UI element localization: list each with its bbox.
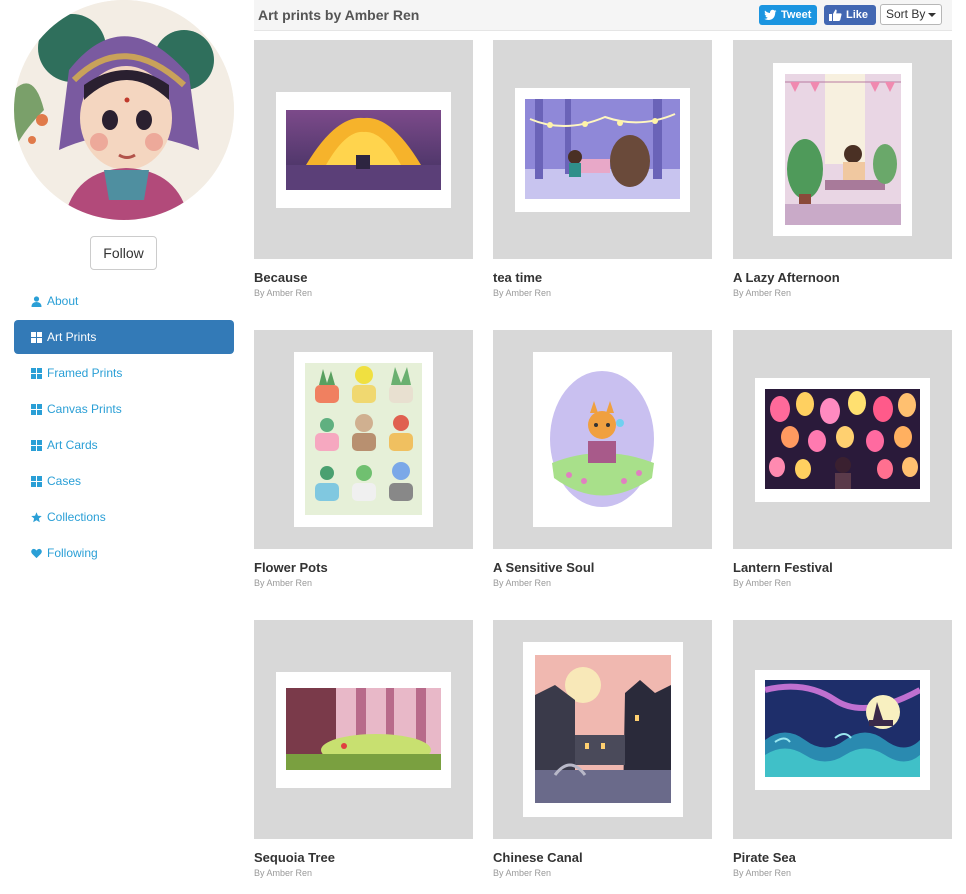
print-thumbnail[interactable]	[493, 40, 712, 259]
print-artist: By Amber Ren	[493, 578, 552, 588]
nav-label: Art Prints	[47, 330, 97, 344]
print-title[interactable]: Pirate Sea	[733, 850, 796, 865]
artwork-image	[765, 389, 920, 489]
nav-label: About	[47, 294, 79, 308]
grid-icon	[31, 440, 42, 451]
grid-icon	[31, 476, 42, 487]
print-thumbnail[interactable]	[493, 620, 712, 839]
nav-item-art-prints[interactable]: Art Prints	[14, 320, 234, 354]
profile-nav: About Art Prints Framed Prints Canvas Pr…	[14, 284, 234, 572]
heart-icon	[31, 548, 42, 559]
print-card[interactable]: Sequoia Tree By Amber Ren	[254, 620, 473, 879]
avatar[interactable]	[14, 0, 234, 220]
print-title[interactable]: Flower Pots	[254, 560, 328, 575]
print-card[interactable]: Because By Amber Ren	[254, 40, 473, 299]
artwork-image	[305, 363, 422, 515]
nav-item-art-cards[interactable]: Art Cards	[14, 428, 234, 462]
print-thumbnail[interactable]	[493, 330, 712, 549]
print-artist: By Amber Ren	[493, 868, 552, 878]
nav-label: Framed Prints	[47, 366, 123, 380]
print-card[interactable]: Lantern Festival By Amber Ren	[733, 330, 952, 589]
grid-icon	[31, 404, 42, 415]
caret-down-icon	[928, 13, 936, 17]
nav-item-framed-prints[interactable]: Framed Prints	[14, 356, 234, 390]
print-title[interactable]: Chinese Canal	[493, 850, 583, 865]
nav-label: Collections	[47, 510, 106, 524]
twitter-bird-icon	[764, 9, 777, 20]
print-card[interactable]: Pirate Sea By Amber Ren	[733, 620, 952, 879]
nav-item-canvas-prints[interactable]: Canvas Prints	[14, 392, 234, 426]
sort-by-dropdown[interactable]: Sort By	[880, 4, 942, 25]
print-thumbnail[interactable]	[254, 330, 473, 549]
print-artist: By Amber Ren	[254, 868, 313, 878]
nav-label: Cases	[47, 474, 82, 488]
user-icon	[31, 296, 42, 307]
star-icon	[31, 512, 42, 523]
print-title[interactable]: A Lazy Afternoon	[733, 270, 840, 285]
print-thumbnail[interactable]	[733, 40, 952, 259]
print-title[interactable]: Sequoia Tree	[254, 850, 335, 865]
artwork-image	[544, 363, 661, 515]
nav-item-collections[interactable]: Collections	[14, 500, 234, 534]
nav-item-following[interactable]: Following	[14, 536, 234, 570]
print-title[interactable]: Lantern Festival	[733, 560, 833, 575]
artwork-image	[286, 110, 441, 190]
thumbs-up-icon	[829, 9, 842, 21]
print-artist: By Amber Ren	[733, 868, 792, 878]
sort-label: Sort By	[886, 7, 926, 21]
artwork-image	[525, 99, 680, 199]
print-title[interactable]: A Sensitive Soul	[493, 560, 594, 575]
grid-icon	[31, 368, 42, 379]
artwork-image	[535, 655, 671, 803]
print-thumbnail[interactable]	[733, 330, 952, 549]
print-artist: By Amber Ren	[254, 288, 313, 298]
print-title[interactable]: tea time	[493, 270, 542, 285]
nav-item-about[interactable]: About	[14, 284, 234, 318]
print-artist: By Amber Ren	[254, 578, 313, 588]
like-label: Like	[846, 9, 869, 21]
print-artist: By Amber Ren	[493, 288, 552, 298]
print-title[interactable]: Because	[254, 270, 307, 285]
sidebar: Follow About Art Prints Framed Prints Ca…	[0, 0, 248, 894]
print-card[interactable]: A Lazy Afternoon By Amber Ren	[733, 40, 952, 299]
print-card[interactable]: Chinese Canal By Amber Ren	[493, 620, 712, 879]
page-title: Art prints by Amber Ren	[258, 7, 420, 23]
print-card[interactable]: A Sensitive Soul By Amber Ren	[493, 330, 712, 589]
artwork-image	[765, 680, 920, 777]
print-thumbnail[interactable]	[254, 620, 473, 839]
print-thumbnail[interactable]	[733, 620, 952, 839]
print-card[interactable]: Flower Pots By Amber Ren	[254, 330, 473, 589]
tweet-button[interactable]: Tweet	[759, 5, 817, 25]
artwork-image	[286, 688, 441, 770]
nav-label: Following	[47, 546, 98, 560]
nav-label: Canvas Prints	[47, 402, 122, 416]
nav-item-cases[interactable]: Cases	[14, 464, 234, 498]
nav-label: Art Cards	[47, 438, 98, 452]
artwork-image	[785, 74, 901, 225]
like-button[interactable]: Like	[824, 5, 876, 25]
follow-button[interactable]: Follow	[90, 236, 157, 270]
tweet-label: Tweet	[781, 9, 812, 21]
grid-icon	[31, 332, 42, 343]
print-artist: By Amber Ren	[733, 578, 792, 588]
print-artist: By Amber Ren	[733, 288, 792, 298]
page-header: Art prints by Amber Ren Tweet Like Sort …	[254, 0, 952, 31]
print-card[interactable]: tea time By Amber Ren	[493, 40, 712, 299]
print-thumbnail[interactable]	[254, 40, 473, 259]
